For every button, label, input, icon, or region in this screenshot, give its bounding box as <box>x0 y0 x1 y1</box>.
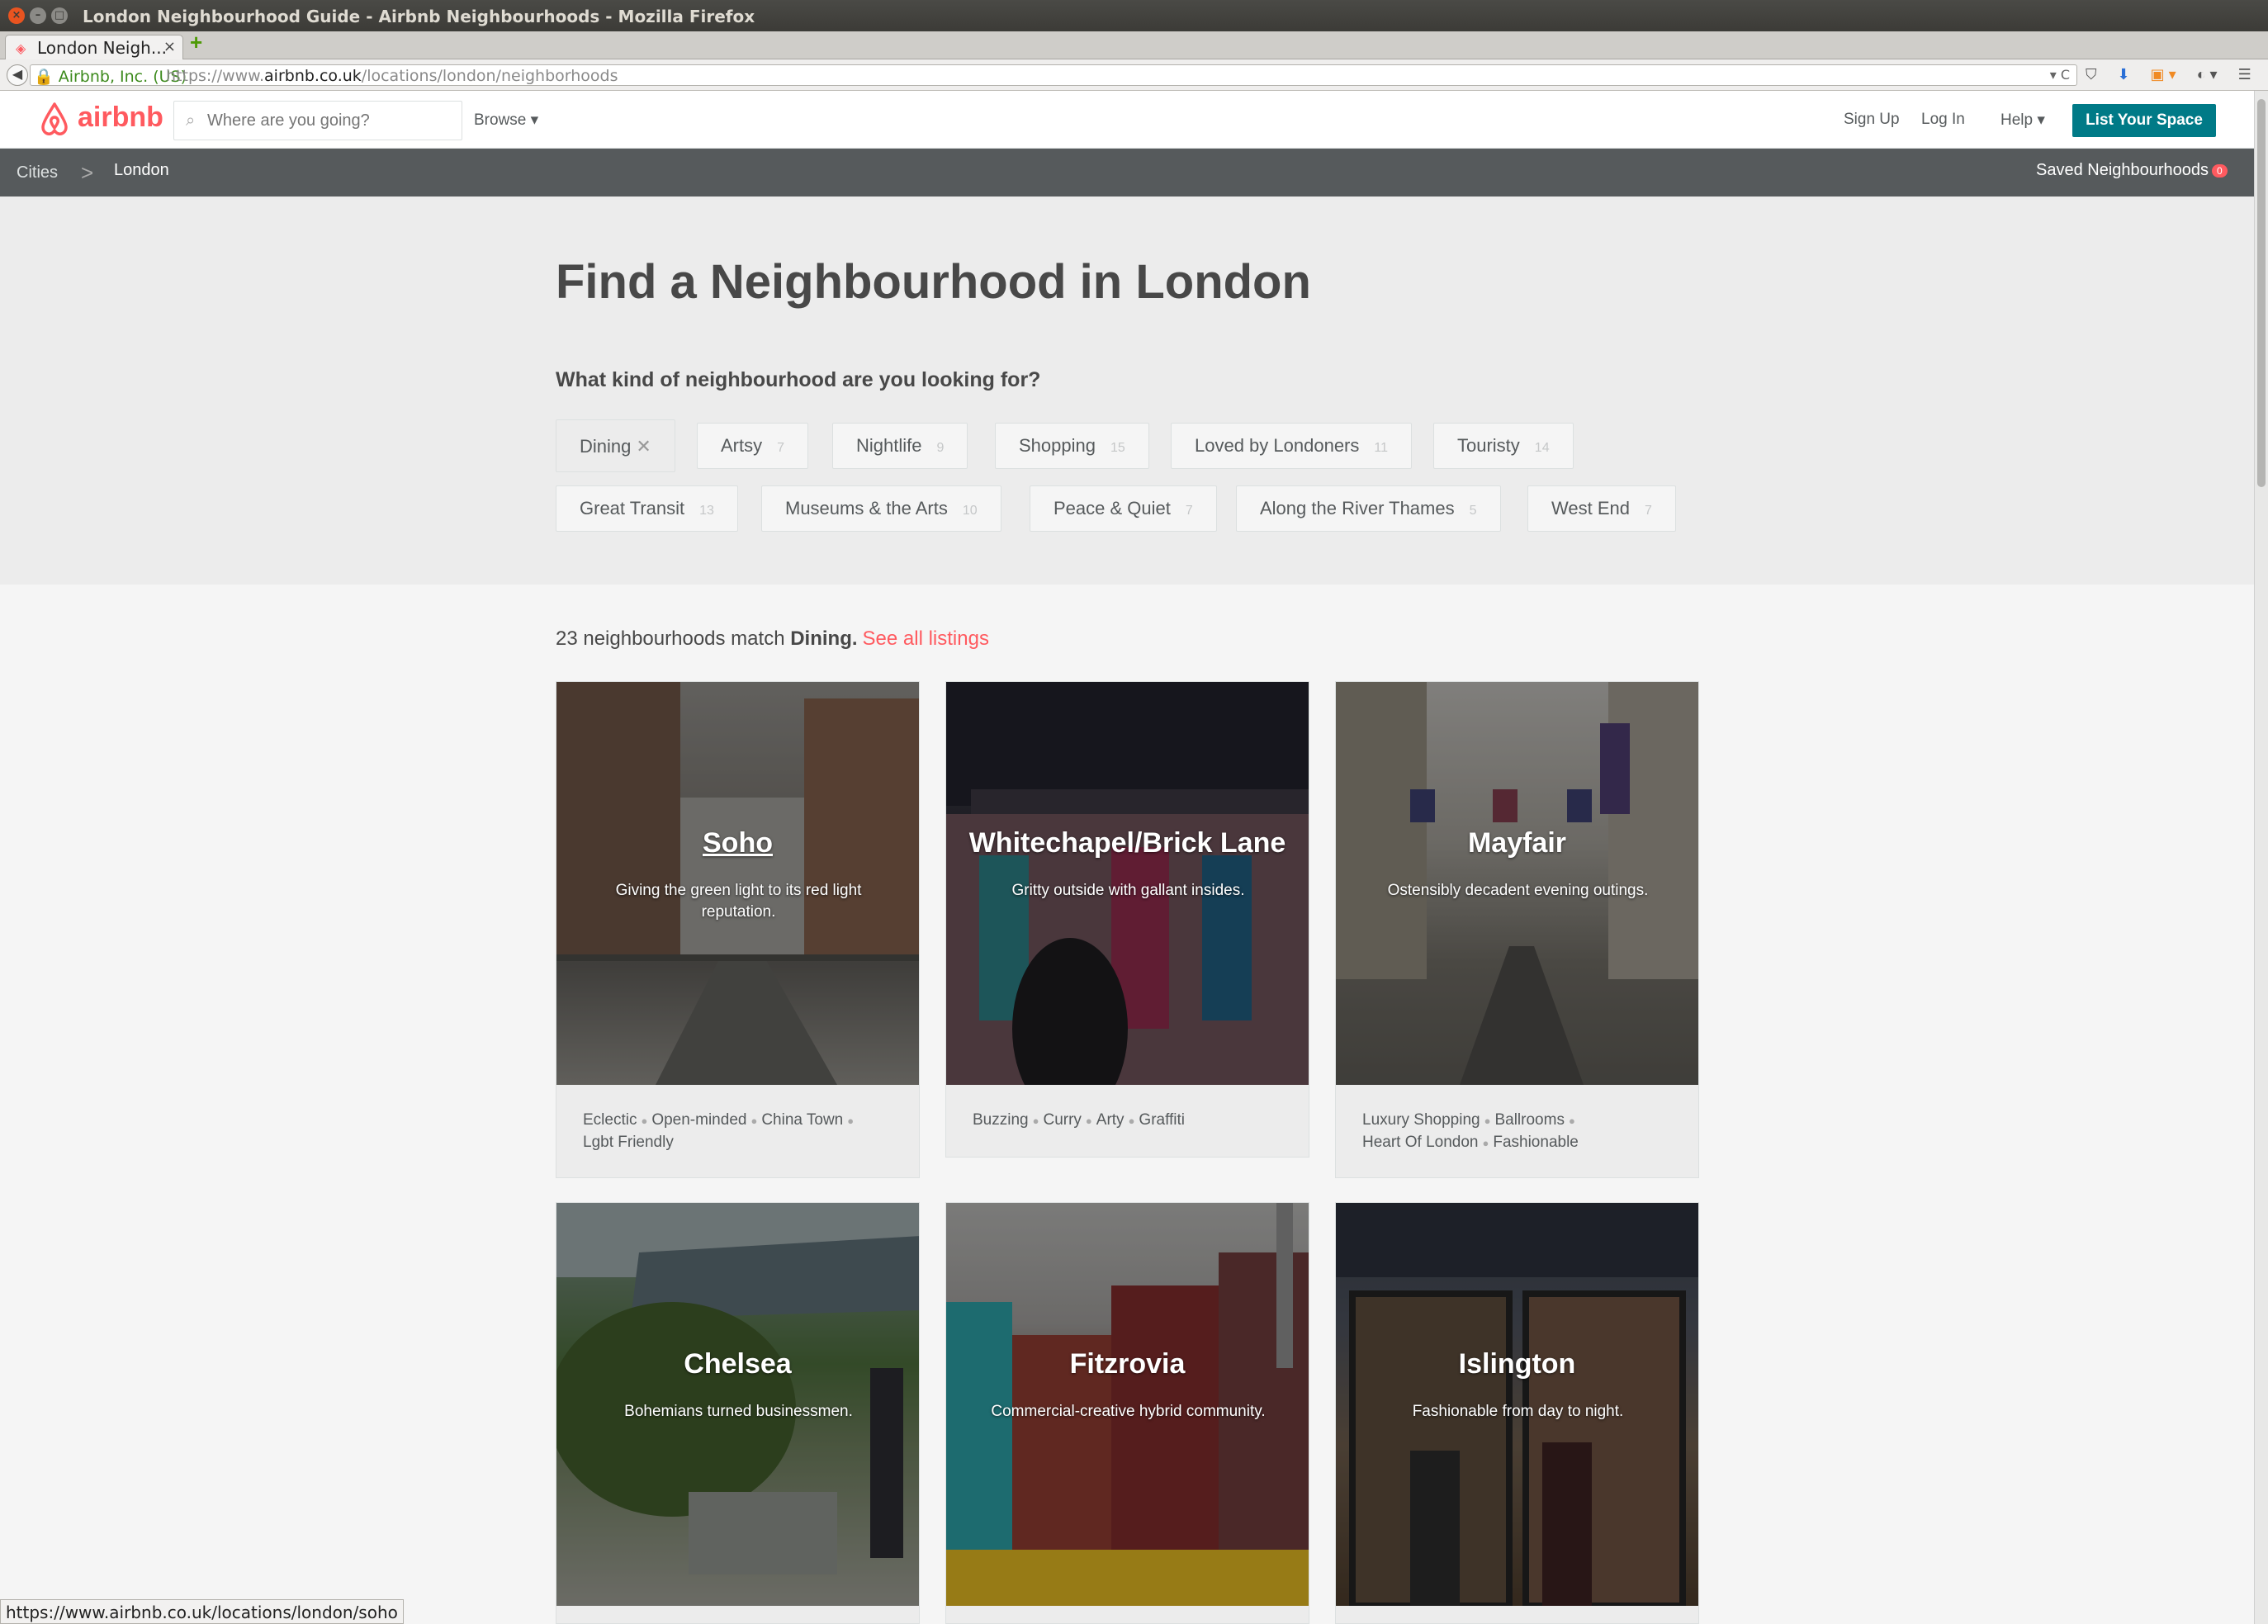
card-title[interactable]: Mayfair <box>1336 827 1698 859</box>
site-identity[interactable]: 🔒 Airbnb, Inc. (US) <box>34 67 187 86</box>
filter-chip-west-end[interactable]: West End 7 <box>1527 485 1676 532</box>
rss-icon[interactable]: ▣ ▾ <box>2151 66 2176 83</box>
filter-question: What kind of neighbourhood are you looki… <box>556 368 1041 391</box>
neighbourhood-card-islington[interactable]: Islington Fashionable from day to night. <box>1335 1202 1699 1624</box>
location-search[interactable]: ⌕ <box>173 101 462 140</box>
card-tags: Luxury Shopping ● Ballrooms ● Heart Of Londo… <box>1362 1111 1579 1151</box>
window-maximize-button[interactable]: □ <box>51 7 68 24</box>
filter-chip-great-transit[interactable]: Great Transit 13 <box>556 485 738 532</box>
filter-chip-loved-by-londoners[interactable]: Loved by Londoners 11 <box>1171 423 1412 469</box>
list-your-space-button[interactable]: List Your Space <box>2072 104 2216 137</box>
menu-icon[interactable]: ☰ <box>2238 66 2251 83</box>
saved-count-badge: 0 <box>2212 163 2228 178</box>
card-description: Fashionable from day to night. <box>1412 1403 1624 1420</box>
window-minimize-button[interactable]: – <box>30 7 46 24</box>
scrollbar-thumb[interactable] <box>2257 99 2266 487</box>
card-title[interactable]: Soho <box>556 827 919 859</box>
url-bar[interactable]: 🔒 Airbnb, Inc. (US) https://www.airbnb.c… <box>30 64 2077 86</box>
browser-navbar: ◀ 🔒 Airbnb, Inc. (US) https://www.airbnb… <box>0 59 2268 91</box>
whitechapel-photo[interactable]: Whitechapel/Brick Lane Gritty outside wi… <box>946 682 1309 1085</box>
browser-tab[interactable]: ◈ London Neigh... × <box>5 35 183 59</box>
logo-text: airbnb <box>78 101 163 133</box>
addon-icon[interactable]: ◐ ▾ <box>2197 66 2218 83</box>
soho-photo[interactable]: Soho Giving the green light to its red l… <box>556 682 919 1085</box>
card-description: Commercial-creative hybrid community. <box>991 1403 1266 1420</box>
pocket-icon[interactable]: ⛉ <box>2086 66 2097 83</box>
filter-chip-artsy[interactable]: Artsy 7 <box>697 423 809 469</box>
card-title[interactable]: Fitzrovia <box>946 1348 1309 1380</box>
breadcrumb-london[interactable]: London <box>114 161 169 180</box>
tab-title: London Neigh... <box>37 38 167 58</box>
new-tab-plus-icon[interactable]: + <box>190 30 202 55</box>
results-summary: 23 neighbourhoods match Dining. See all l… <box>556 627 989 650</box>
log-in-link[interactable]: Log In <box>1921 111 1965 129</box>
toolbar-icons: ⛉ ⬇ ▣ ▾ ◐ ▾ ☰ <box>2086 66 2268 83</box>
card-title[interactable]: Chelsea <box>556 1348 919 1380</box>
neighbourhood-card-fitzrovia[interactable]: Fitzrovia Commercial-creative hybrid com… <box>945 1202 1309 1624</box>
location-search-input[interactable] <box>207 102 455 140</box>
browse-dropdown[interactable]: Browse ▾ <box>474 111 538 130</box>
filter-chip-peace-quiet[interactable]: Peace & Quiet 7 <box>1030 485 1217 532</box>
airbnb-belo-icon <box>41 102 68 135</box>
filter-chip-museums-arts[interactable]: Museums & the Arts 10 <box>761 485 1001 532</box>
window-titlebar: × – □ London Neighbourhood Guide - Airbn… <box>0 0 2268 31</box>
filter-chip-touristy[interactable]: Touristy 14 <box>1433 423 1574 469</box>
url-text[interactable]: https://www.airbnb.co.uk/locations/londo… <box>166 67 618 85</box>
help-dropdown[interactable]: Help ▾ <box>2000 111 2045 130</box>
site-header: airbnb ⌕ Browse ▾ Sign Up Log In Help ▾ … <box>0 91 2254 149</box>
filter-hero: Find a Neighbourhood in London What kind… <box>0 196 2254 585</box>
page-title: Find a Neighbourhood in London <box>556 255 1311 309</box>
url-dropdown-reload-icon[interactable]: ▾ C <box>2050 67 2070 83</box>
card-description: Giving the green light to its red light … <box>615 882 862 921</box>
sign-up-link[interactable]: Sign Up <box>1844 111 1900 129</box>
window-title: London Neighbourhood Guide - Airbnb Neig… <box>83 7 755 26</box>
chelsea-photo[interactable]: Chelsea Bohemians turned businessmen. <box>556 1203 919 1606</box>
neighbourhood-card-chelsea[interactable]: Chelsea Bohemians turned businessmen. <box>556 1202 920 1624</box>
filter-chip-shopping[interactable]: Shopping 15 <box>995 423 1149 469</box>
card-tags: Eclectic ● Open-minded ● China Town ● Lgbt Fri… <box>583 1111 855 1151</box>
islington-photo[interactable]: Islington Fashionable from day to night. <box>1336 1203 1698 1606</box>
window-close-button[interactable]: × <box>8 7 25 24</box>
download-icon[interactable]: ⬇ <box>2118 66 2130 83</box>
status-url: https://www.airbnb.co.uk/locations/londo… <box>0 1599 404 1624</box>
card-title[interactable]: Islington <box>1336 1348 1698 1380</box>
neighbourhood-card-whitechapel-brick-lane[interactable]: Whitechapel/Brick Lane Gritty outside wi… <box>945 681 1309 1158</box>
fitzrovia-photo[interactable]: Fitzrovia Commercial-creative hybrid com… <box>946 1203 1309 1606</box>
filter-chip-nightlife[interactable]: Nightlife 9 <box>832 423 968 469</box>
mayfair-photo[interactable]: Mayfair Ostensibly decadent evening outi… <box>1336 682 1698 1085</box>
tab-strip: ◈ London Neigh... × + <box>0 30 2268 59</box>
card-title[interactable]: Whitechapel/Brick Lane <box>946 827 1309 859</box>
airbnb-logo[interactable]: airbnb <box>36 101 163 137</box>
breadcrumb-chevron-icon: > <box>81 160 94 185</box>
tab-close-icon[interactable]: × <box>163 38 176 55</box>
card-description: Ostensibly decadent evening outings. <box>1387 882 1649 899</box>
filter-chip-along-the-river-thames[interactable]: Along the River Thames 5 <box>1236 485 1501 532</box>
page-scrollbar[interactable] <box>2254 91 2268 1624</box>
neighbourhood-card-soho[interactable]: Soho Giving the green light to its red l… <box>556 681 920 1178</box>
see-all-listings-link[interactable]: See all listings <box>863 627 989 650</box>
search-icon: ⌕ <box>186 111 196 130</box>
card-description: Gritty outside with gallant insides. <box>1011 882 1245 899</box>
breadcrumb-cities[interactable]: Cities <box>17 163 58 182</box>
breadcrumb-bar: Cities > London Saved Neighbourhoods 0 <box>0 149 2254 196</box>
saved-neighbourhoods-link[interactable]: Saved Neighbourhoods 0 <box>2036 161 2228 180</box>
filter-chip-dining[interactable]: Dining ✕ <box>556 419 675 472</box>
remove-filter-icon[interactable]: ✕ <box>636 436 651 457</box>
card-description: Bohemians turned businessmen. <box>624 1403 853 1420</box>
neighbourhood-card-mayfair[interactable]: Mayfair Ostensibly decadent evening outi… <box>1335 681 1699 1178</box>
card-tags: Buzzing ● Curry ● Arty ● Graffiti <box>973 1111 1186 1129</box>
back-arrow-icon[interactable]: ◀ <box>7 64 28 86</box>
airbnb-favicon-icon: ◈ <box>16 40 26 56</box>
